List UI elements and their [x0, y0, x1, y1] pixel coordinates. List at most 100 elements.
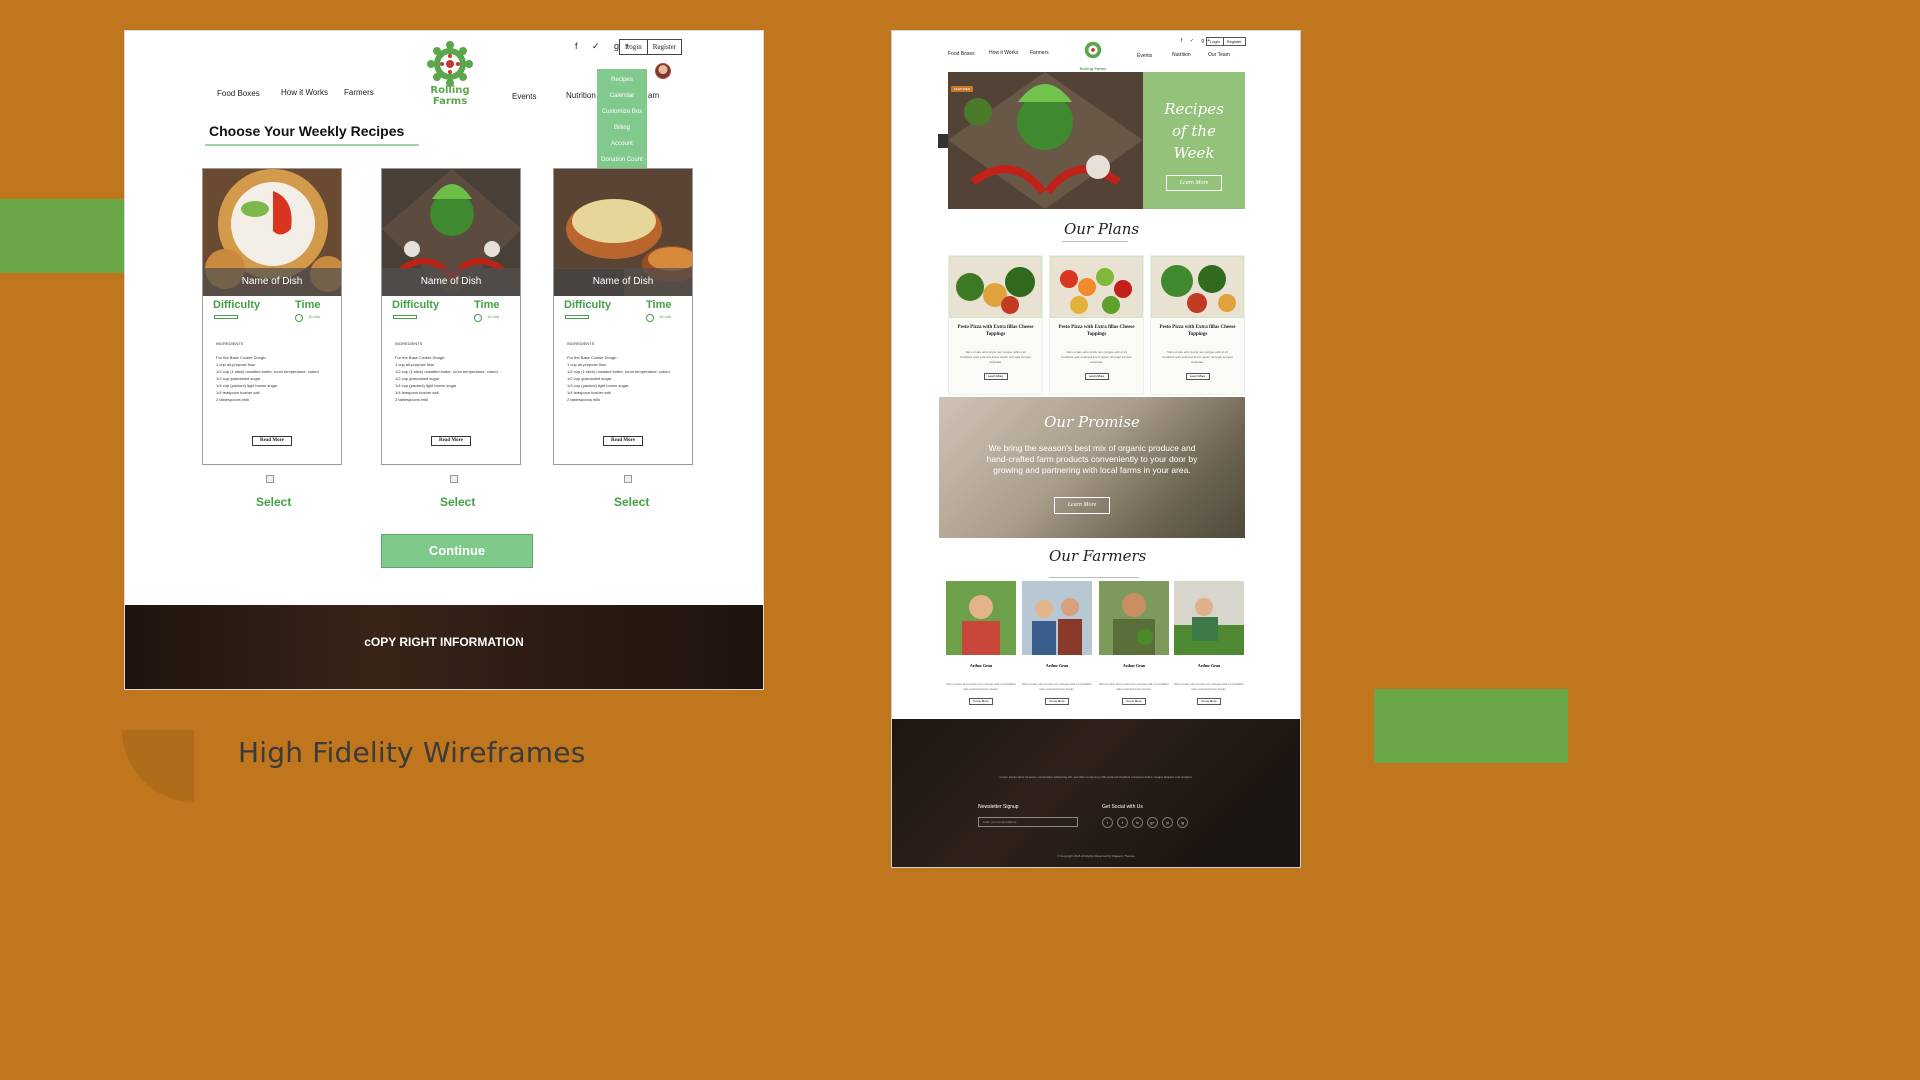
ingredient: For the Base Cookie Dough:	[216, 355, 267, 360]
nav-farmers[interactable]: Farmers	[344, 88, 374, 97]
read-more-button[interactable]: Read More	[603, 436, 643, 446]
brand-name: Rolling Farms	[430, 85, 470, 107]
rolling-farms-logo[interactable]: Rolling Farms	[415, 41, 485, 107]
ingredient: 1/4 cup (packed) light brown sugar	[567, 383, 629, 388]
ingredient: 1 cup all-purpose flour	[567, 362, 607, 367]
instagram-icon[interactable]: ig	[1177, 817, 1188, 828]
vegetable-hero-image	[948, 72, 1143, 209]
promise-text: We bring the season's best mix of organi…	[986, 443, 1198, 475]
learn-more-button[interactable]: Learn More	[1166, 175, 1222, 191]
time-label: Time	[646, 299, 672, 311]
learn-more-button[interactable]: Learn More	[983, 373, 1008, 380]
ingredient: 1/2 cup (1 stick) unsalted butter, room …	[216, 369, 319, 374]
select-checkbox[interactable]	[624, 475, 632, 483]
google-plus-icon[interactable]: g+	[1147, 817, 1158, 828]
rolling-farms-logo[interactable]: Rolling Farms	[1076, 39, 1110, 71]
plan-card: Pesto Pizza with Extra fillas Cheese Top…	[948, 255, 1043, 395]
continue-button[interactable]: Continue	[381, 534, 533, 568]
farmer-card: Arthur Gean Nam ornare arcu turpis nec c…	[946, 581, 1016, 711]
nav-events[interactable]: Events	[1137, 53, 1152, 59]
menu-item-customize-box[interactable]: Customize Box	[597, 104, 647, 120]
learn-more-button[interactable]: Learn More	[1084, 373, 1109, 380]
select-checkbox[interactable]	[450, 475, 458, 483]
ingredient: 1/2 cup granulated sugar	[567, 376, 612, 381]
menu-item-account[interactable]: Account	[597, 136, 647, 152]
difficulty-meter	[214, 315, 238, 319]
plan-description: Nam ornare arcu turpis nec congue velit …	[1162, 350, 1233, 364]
nav-our-team[interactable]: Our Team	[1208, 52, 1230, 58]
nav-farmers[interactable]: Farmers	[1030, 50, 1049, 56]
clock-icon	[646, 314, 654, 322]
select-label[interactable]: Select	[614, 495, 649, 509]
featured-tag: FEATURED	[951, 86, 973, 92]
menu-item-recipes[interactable]: Recipes	[597, 72, 647, 88]
dish-name: Name of Dish	[203, 268, 341, 296]
farmer-photo	[1099, 581, 1169, 655]
twitter-icon[interactable]: t	[1117, 817, 1128, 828]
featured-hero: FEATURED Recipes of the Week Learn More	[938, 72, 1245, 209]
menu-item-calendar[interactable]: Calendar	[597, 88, 647, 104]
nav-food-boxes[interactable]: Food Boxes	[948, 51, 975, 57]
nav-our-team[interactable]: am	[648, 91, 659, 100]
know-more-button[interactable]: Know More	[1197, 698, 1221, 705]
green-accent-block	[1374, 689, 1568, 763]
select-label[interactable]: Select	[440, 495, 475, 509]
clock-icon	[295, 314, 303, 322]
plan-image	[949, 256, 1042, 318]
farmer-photo	[946, 581, 1016, 655]
read-more-button[interactable]: Read More	[252, 436, 292, 446]
farmer-card: Arthur Gean Nam ornare arcu turpis nec c…	[1174, 581, 1244, 711]
menu-item-billing[interactable]: Billing	[597, 120, 647, 136]
ingredient: 1/2 cup granulated sugar	[395, 376, 440, 381]
nav-events[interactable]: Events	[512, 92, 536, 101]
know-more-button[interactable]: Know More	[1045, 698, 1069, 705]
menu-item-donation-count[interactable]: Donation Count	[597, 152, 647, 168]
nav-nutrition[interactable]: Nutrition	[566, 91, 596, 100]
time-label: Time	[474, 299, 500, 311]
login-button[interactable]: Login	[620, 40, 647, 54]
facebook-icon[interactable]: f	[1102, 817, 1113, 828]
time-value: 10 min	[487, 314, 500, 319]
farmer-name: Arthur Gean	[969, 663, 993, 668]
user-avatar[interactable]	[655, 63, 671, 79]
learn-more-button[interactable]: Learn More	[1054, 497, 1110, 514]
know-more-button[interactable]: Know More	[1122, 698, 1146, 705]
plan-title: Pesto Pizza with Extra fillas Cheese Top…	[1058, 325, 1135, 337]
register-button[interactable]: Register	[1222, 38, 1245, 45]
farmer-portrait-image	[1022, 581, 1092, 655]
dish-photo: Name of Dish	[203, 169, 341, 296]
greens-box-image	[1152, 257, 1243, 317]
know-more-button[interactable]: Know More	[969, 698, 993, 705]
newsletter-email-input[interactable]: Enter your email address	[978, 817, 1078, 827]
register-button[interactable]: Register	[646, 40, 681, 54]
promise-section: Our Promise We bring the season's best m…	[939, 397, 1245, 538]
social-heading: Get Social with Us	[1102, 804, 1143, 810]
difficulty-label: Difficulty	[392, 299, 440, 311]
ingredient: 1 cup all-purpose flour	[216, 362, 256, 367]
login-button[interactable]: Login	[1207, 38, 1223, 45]
nav-food-boxes[interactable]: Food Boxes	[217, 89, 260, 98]
read-more-button[interactable]: Read More	[431, 436, 471, 446]
learn-more-button[interactable]: Learn More	[1185, 373, 1210, 380]
slider-prev-arrow[interactable]	[938, 134, 948, 148]
farmer-name: Arthur Gean	[1197, 663, 1221, 668]
youtube-icon[interactable]: yt	[1162, 817, 1173, 828]
title-underline	[205, 144, 419, 146]
recipe-card: Name of Dish Difficulty Time 10 min INGR…	[202, 168, 342, 465]
farmer-photo	[1022, 581, 1092, 655]
select-label[interactable]: Select	[256, 495, 291, 509]
nav-nutrition[interactable]: Nutrition	[1172, 52, 1191, 58]
dish-photo: Name of Dish	[554, 169, 692, 296]
nav-how-it-works[interactable]: How it Works	[989, 50, 1018, 56]
difficulty-label: Difficulty	[213, 299, 261, 311]
heading-divider	[1049, 577, 1139, 578]
linkedin-icon[interactable]: in	[1132, 817, 1143, 828]
hero-title: Recipes of the Week	[1143, 98, 1245, 164]
select-checkbox[interactable]	[266, 475, 274, 483]
plan-description: Nam ornare arcu turpis nec congue velit …	[960, 350, 1031, 364]
ingredient: 1/4 cup (packed) light brown sugar	[216, 383, 278, 388]
plan-image	[1050, 256, 1143, 318]
farmer-description: Nam ornare arcu turpis nec congue velit …	[946, 682, 1016, 691]
nav-how-it-works[interactable]: How it Works	[281, 88, 328, 97]
ingredient: For the Base Cookie Dough:	[567, 355, 618, 360]
